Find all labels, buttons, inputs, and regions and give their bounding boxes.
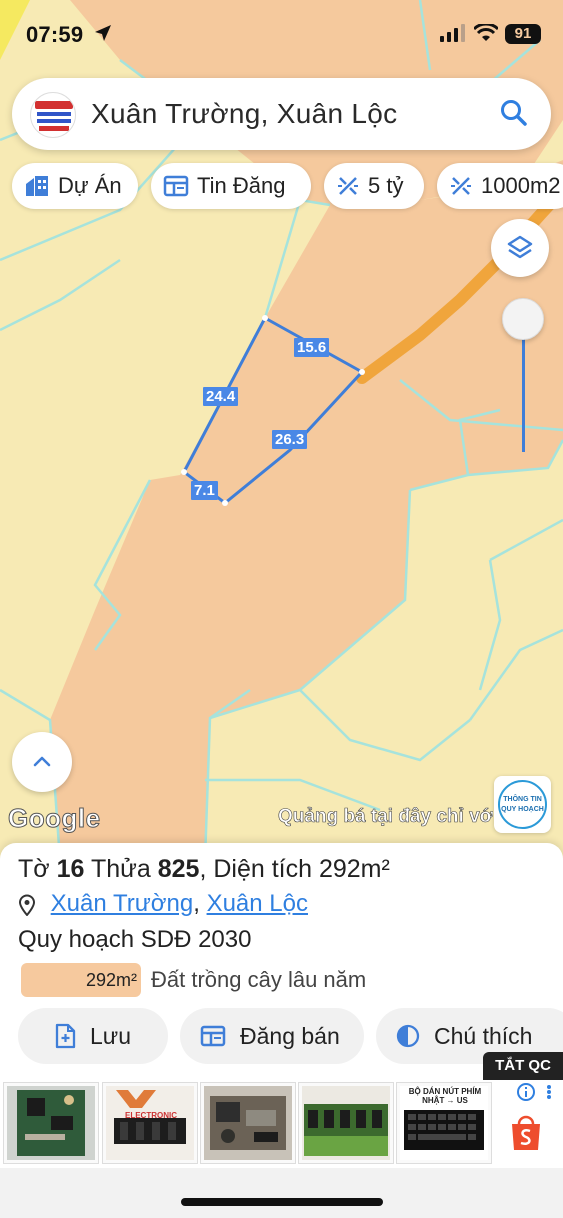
layers-button[interactable] <box>491 219 549 277</box>
ad-item[interactable] <box>200 1082 296 1164</box>
promo-text[interactable]: Quảng bá tại đây chỉ với <box>278 806 493 828</box>
save-label: Lưu <box>90 1022 131 1049</box>
map-pin-icon <box>18 894 36 916</box>
opacity-slider-knob[interactable] <box>502 298 544 340</box>
newspaper-icon <box>163 175 189 197</box>
post-sale-button[interactable]: Đăng bán <box>180 1008 364 1064</box>
ad-caption: BỘ DÁN NÚT PHÍM NHẬT → US <box>408 1087 482 1105</box>
post-icon <box>200 1025 226 1047</box>
file-add-icon <box>55 1023 76 1049</box>
wifi-icon <box>474 24 498 41</box>
ad-item[interactable] <box>3 1082 99 1164</box>
district-link[interactable]: Xuân Lộc <box>207 890 308 917</box>
sheet-number: 16 <box>56 855 85 883</box>
circuit-board-image <box>7 1086 95 1160</box>
plot-label: Thửa <box>90 855 151 883</box>
land-use-text: Đất trồng cây lâu năm <box>151 967 367 992</box>
chip-du-an[interactable]: Dự Án <box>12 163 138 209</box>
ram-module-image <box>302 1086 390 1160</box>
building-icon <box>26 176 48 196</box>
sheet-label: Tờ <box>18 855 50 883</box>
battery-indicator: 91 <box>505 24 541 44</box>
chip-label: Tin Đăng <box>197 173 286 198</box>
ad-item[interactable]: ELECTRONIC <box>102 1082 198 1164</box>
parcel-summary: Tờ 16 Thửa 825, Diện tích 292m² <box>18 855 390 883</box>
electronic-parts-image <box>106 1086 194 1160</box>
planning-info-line1: THÔNG TIN <box>503 796 542 803</box>
land-use-legend: 292m² Đất trồng cây lâu năm <box>21 962 366 998</box>
chevron-up-icon <box>33 756 51 767</box>
legend-label: Chú thích <box>434 1022 533 1049</box>
price-filter-icon <box>338 177 358 195</box>
search-location-text[interactable]: Xuân Trường, Xuân Lộc <box>91 98 397 130</box>
google-attribution: Google <box>8 803 101 834</box>
chip-price[interactable]: 5 tỷ <box>324 163 424 209</box>
location-arrow-icon <box>95 25 111 41</box>
area-label: Diện tích <box>213 855 313 883</box>
edge-length-label: 26.3 <box>272 430 308 449</box>
chip-label: 5 tỷ <box>368 173 404 198</box>
planning-info-button[interactable]: THÔNG TIN QUY HOẠCH <box>494 776 551 833</box>
search-bar[interactable]: Xuân Trường, Xuân Lộc <box>12 78 551 150</box>
ring-icon <box>498 780 547 829</box>
ad-side-graphics <box>512 1083 551 1150</box>
edge-length-label: 15.6 <box>294 338 330 357</box>
status-time: 07:59 <box>26 22 84 47</box>
power-supply-board-image <box>204 1086 292 1160</box>
cellular-signal-icon <box>440 24 465 42</box>
layers-icon <box>507 235 533 259</box>
area-value: 292m² <box>318 855 390 883</box>
status-bar: 07:59 91 <box>0 0 563 70</box>
home-indicator[interactable] <box>181 1198 383 1206</box>
ad-side-panel[interactable] <box>502 1082 558 1164</box>
app-logo <box>30 92 76 138</box>
expand-up-button[interactable] <box>12 732 72 792</box>
ad-item[interactable] <box>298 1082 394 1164</box>
home-indicator-area <box>0 1168 563 1218</box>
edge-length-label: 24.4 <box>203 387 239 406</box>
parcel-address: Xuân Trường, Xuân Lộc <box>18 890 308 918</box>
land-use-swatch: 292m² <box>21 963 141 997</box>
post-sale-label: Đăng bán <box>240 1022 340 1049</box>
planning-title: Quy hoạch SDĐ 2030 <box>18 926 252 953</box>
area-filter-icon <box>451 177 471 195</box>
ward-link[interactable]: Xuân Trường <box>51 890 194 917</box>
contrast-icon <box>396 1024 420 1048</box>
chip-area[interactable]: 1000m2 <box>437 163 563 209</box>
edge-length-label: 7.1 <box>191 481 218 500</box>
chip-label: 1000m2 <box>481 173 561 198</box>
save-button[interactable]: Lưu <box>18 1008 168 1064</box>
ad-banner[interactable]: ELECTRONIC BỘ DÁN NÚT PHÍM NHẬT → US <box>0 1080 563 1168</box>
close-ads-button[interactable]: TẮT QC <box>483 1052 563 1080</box>
search-icon[interactable] <box>499 98 529 128</box>
ad-item[interactable]: BỘ DÁN NÚT PHÍM NHẬT → US <box>396 1082 492 1164</box>
chip-tin-dang[interactable]: Tin Đăng <box>151 163 311 209</box>
ad-caption: ELECTRONIC <box>125 1111 177 1120</box>
planning-info-line2: QUY HOẠCH <box>501 806 544 813</box>
chip-label: Dự Án <box>58 173 122 198</box>
plot-number: 825 <box>157 855 200 883</box>
